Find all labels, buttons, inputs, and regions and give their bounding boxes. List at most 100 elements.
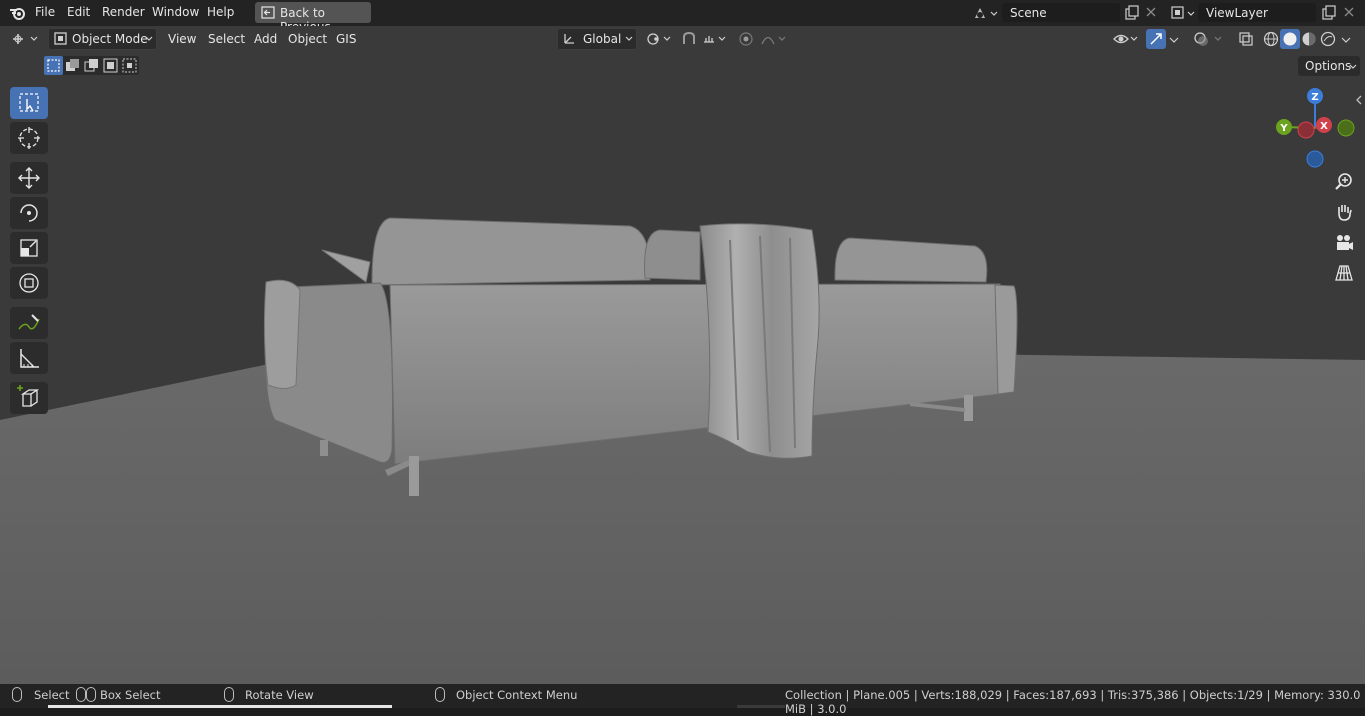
- shading-solid-icon[interactable]: [1280, 29, 1300, 49]
- pivot-point-icon[interactable]: [645, 30, 673, 51]
- annotate-tool[interactable]: [10, 307, 48, 339]
- navigation-gizmo[interactable]: Z X Y: [1270, 84, 1360, 174]
- new-view-layer-icon[interactable]: [1320, 4, 1338, 22]
- delete-scene-icon[interactable]: [1144, 5, 1158, 19]
- back-to-previous-button[interactable]: Back to Previous: [255, 2, 371, 34]
- select-subtract-icon[interactable]: [82, 56, 101, 75]
- grid-perspective-icon: [1335, 265, 1353, 281]
- sidebar-toggle-icon[interactable]: [1355, 94, 1363, 108]
- snap-target-icon[interactable]: [702, 30, 730, 51]
- visibility-eye-icon[interactable]: [1112, 30, 1140, 51]
- view-layer-name-field[interactable]: ViewLayer: [1198, 3, 1316, 22]
- move-icon: [18, 167, 40, 189]
- gizmo-dropdown-icon[interactable]: [1168, 34, 1180, 48]
- transform-icon: [19, 273, 39, 293]
- object-mode-label: Object Mode: [72, 32, 148, 46]
- shading-wireframe-icon[interactable]: [1262, 30, 1280, 51]
- scene-name-field[interactable]: Scene: [1002, 3, 1120, 22]
- camera-view-button[interactable]: [1331, 230, 1357, 256]
- zoom-button[interactable]: [1331, 169, 1357, 195]
- shading-material-icon[interactable]: [1300, 30, 1318, 51]
- mouse-drag-icon: [86, 687, 96, 702]
- editor-type-icon[interactable]: [10, 30, 40, 48]
- top-bar: File Edit Render Window Help Back to Pre…: [0, 0, 1365, 34]
- shading-dropdown-icon[interactable]: [1340, 34, 1352, 48]
- chevron-down-icon: [144, 33, 154, 47]
- mouse-left-icon: [12, 687, 22, 702]
- menu-add[interactable]: Add: [254, 32, 277, 46]
- pan-button[interactable]: [1331, 199, 1357, 225]
- scene-render: [0, 26, 1365, 684]
- gizmo-y-label: Y: [1279, 123, 1288, 134]
- options-label: Options: [1305, 59, 1352, 73]
- transform-tool[interactable]: [10, 267, 48, 299]
- status-bar: Select Box Select Rotate View Object Con…: [0, 684, 1365, 716]
- select-extend-icon[interactable]: [63, 56, 82, 75]
- falloff-icon[interactable]: [760, 30, 788, 51]
- blender-logo-icon[interactable]: [9, 4, 27, 22]
- status-rotate-view: Rotate View: [245, 688, 314, 702]
- move-tool[interactable]: [10, 162, 48, 194]
- object-mode-icon: [54, 32, 67, 45]
- measure-ruler-icon: [20, 349, 39, 368]
- status-context-menu: Object Context Menu: [456, 688, 578, 702]
- shading-rendered-icon[interactable]: [1319, 30, 1337, 51]
- snap-toggle-icon[interactable]: [680, 30, 698, 51]
- scene-browse-icon[interactable]: [972, 4, 1000, 22]
- view-layer-name: ViewLayer: [1206, 6, 1268, 20]
- status-select: Select: [34, 688, 70, 702]
- cursor-icon: [18, 127, 40, 149]
- add-cube-icon: [17, 385, 40, 407]
- gizmo-toggle-icon[interactable]: [1146, 29, 1166, 49]
- transform-orientation-dropdown[interactable]: Global: [557, 28, 637, 50]
- gizmo-z-label: Z: [1311, 92, 1318, 103]
- rotate-icon: [20, 204, 38, 222]
- view-layer-browse-icon[interactable]: [1169, 4, 1197, 22]
- scene-name: Scene: [1010, 6, 1047, 20]
- menu-select[interactable]: Select: [208, 32, 245, 46]
- menu-window[interactable]: Window: [152, 5, 199, 19]
- delete-view-layer-icon[interactable]: [1342, 5, 1356, 19]
- measure-tool[interactable]: [10, 342, 48, 374]
- menu-render[interactable]: Render: [102, 5, 145, 19]
- 3d-viewport[interactable]: Object Mode View Select Add Object GIS G…: [0, 26, 1365, 684]
- rotate-tool[interactable]: [10, 197, 48, 229]
- status-box-select: Box Select: [100, 688, 161, 702]
- scene-statistics: Collection | Plane.005 | Verts:188,029 |…: [785, 688, 1361, 716]
- back-icon: [261, 6, 275, 22]
- hand-icon: [1338, 205, 1352, 221]
- select-invert-icon[interactable]: [101, 56, 120, 75]
- viewport-header: Object Mode View Select Add Object GIS G…: [0, 26, 1365, 52]
- object-mode-dropdown[interactable]: Object Mode: [48, 28, 157, 50]
- menu-gis[interactable]: GIS: [336, 32, 356, 46]
- orientation-icon: [562, 32, 576, 49]
- cursor-tool[interactable]: [10, 122, 48, 154]
- select-box-tool[interactable]: [10, 87, 48, 119]
- options-dropdown[interactable]: Options: [1298, 56, 1360, 76]
- proportional-edit-icon[interactable]: [737, 30, 755, 51]
- mouse-right-icon: [435, 687, 445, 702]
- zoom-icon: [1335, 173, 1352, 190]
- add-cube-tool[interactable]: [10, 382, 48, 414]
- menu-file[interactable]: File: [35, 5, 55, 19]
- select-box-icon: [19, 93, 39, 112]
- scale-icon: [20, 239, 38, 257]
- mouse-drag-icon: [76, 687, 86, 702]
- perspective-toggle-button[interactable]: [1331, 260, 1357, 286]
- overlays-icon[interactable]: [1192, 30, 1224, 51]
- menu-view[interactable]: View: [168, 32, 196, 46]
- mouse-middle-icon: [224, 687, 234, 702]
- scale-tool[interactable]: [10, 232, 48, 264]
- menu-edit[interactable]: Edit: [67, 5, 90, 19]
- new-scene-icon[interactable]: [1123, 4, 1141, 22]
- orientation-label: Global: [583, 32, 622, 46]
- select-intersect-icon[interactable]: [120, 56, 139, 75]
- chevron-down-icon: [624, 33, 634, 47]
- xray-toggle-icon[interactable]: [1237, 30, 1255, 51]
- annotate-pencil-icon: [18, 314, 40, 330]
- menu-object[interactable]: Object: [288, 32, 327, 46]
- select-new-icon[interactable]: [44, 56, 63, 75]
- selection-mode-buttons: [44, 56, 140, 76]
- menu-help[interactable]: Help: [207, 5, 234, 19]
- chevron-down-icon: [1349, 64, 1357, 69]
